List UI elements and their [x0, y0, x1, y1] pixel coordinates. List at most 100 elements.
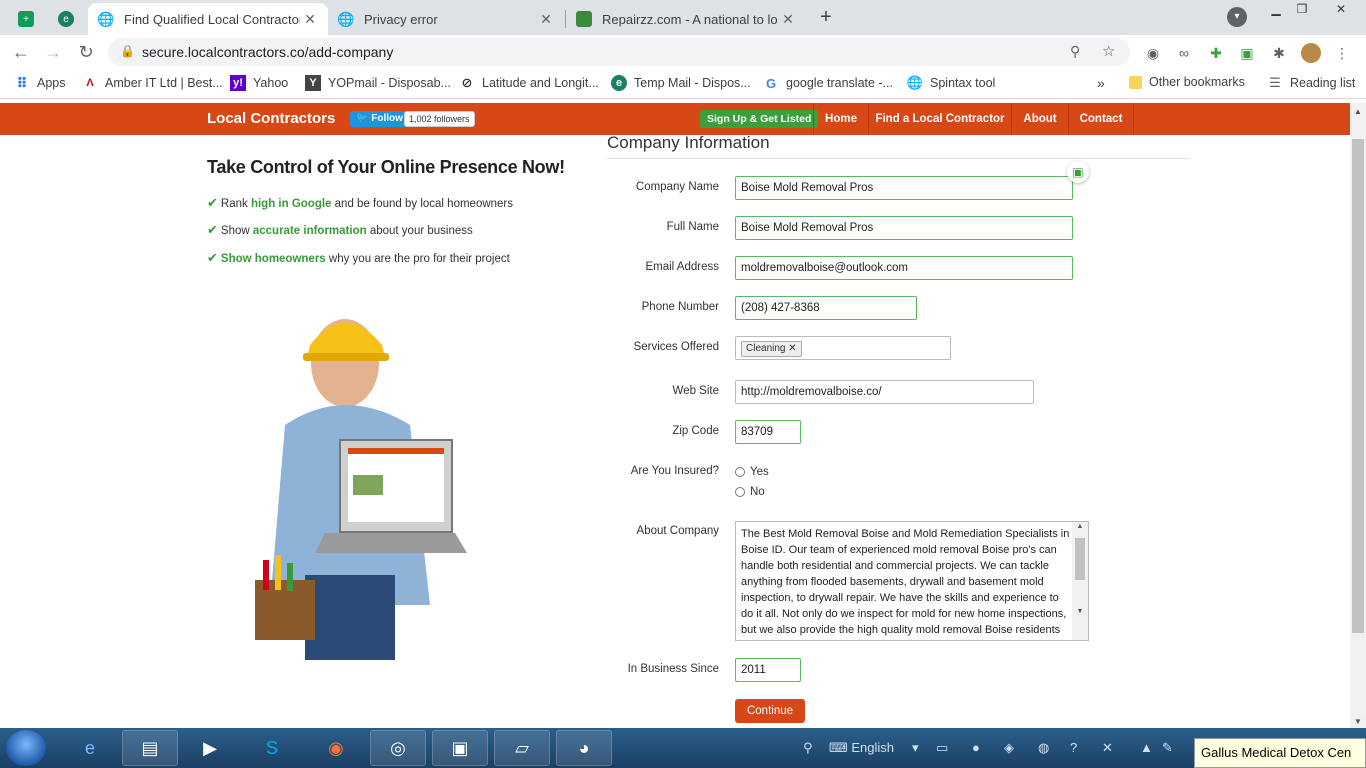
followers-count[interactable]: 1,002 followers: [404, 111, 475, 127]
nav-home[interactable]: Home: [813, 103, 868, 135]
help-icon[interactable]: ?: [1070, 740, 1077, 755]
green-square-icon: [576, 11, 592, 27]
scrollbar-thumb[interactable]: [1352, 139, 1364, 633]
phone-input[interactable]: (208) 427-8368: [735, 296, 917, 320]
textarea-scrollbar[interactable]: ▲ ▼: [1072, 522, 1088, 640]
back-button[interactable]: ←: [9, 40, 33, 64]
language-indicator[interactable]: ⌨ English: [829, 740, 894, 756]
tray-icon[interactable]: ●: [972, 740, 980, 755]
extension-icon[interactable]: ◉: [1143, 43, 1163, 63]
twitter-follow-button[interactable]: 🐦 Follow: [350, 111, 409, 127]
since-input[interactable]: 2011: [735, 658, 801, 682]
reading-list[interactable]: ☰ Reading list: [1267, 75, 1355, 91]
bookmarks-overflow-button[interactable]: »: [1097, 75, 1105, 91]
remove-tag-icon[interactable]: ✕: [788, 343, 796, 354]
address-bar[interactable]: 🔒 secure.localcontractors.co/add-company…: [108, 38, 1130, 66]
scrollbar-thumb[interactable]: [1075, 538, 1085, 580]
show-hidden-icons[interactable]: ▲: [1140, 740, 1153, 755]
insured-no-radio[interactable]: No: [735, 486, 765, 498]
bookmark-spintax[interactable]: 🌐 Spintax tool: [907, 75, 995, 91]
close-icon[interactable]: ✕: [778, 11, 798, 28]
roboform-fill-icon[interactable]: ▣: [1067, 161, 1089, 183]
reload-button[interactable]: ↻: [74, 40, 98, 64]
bookmark-google-translate[interactable]: G google translate -...: [763, 75, 893, 91]
scroll-down-arrow[interactable]: ▼: [1350, 717, 1366, 726]
minimize-button[interactable]: ▁: [1262, 0, 1290, 18]
extension-icon[interactable]: ✚: [1206, 43, 1226, 63]
service-tag: Cleaning ✕: [741, 341, 802, 357]
ie-icon[interactable]: e: [62, 730, 118, 766]
sticky-notes-icon[interactable]: ▱: [494, 730, 550, 766]
chrome-icon[interactable]: ◕: [556, 730, 612, 766]
bookmark-amber[interactable]: Λ Amber IT Ltd | Best...: [82, 75, 222, 91]
signup-button[interactable]: Sign Up & Get Listed: [700, 110, 819, 128]
start-button[interactable]: [6, 730, 46, 766]
scroll-up-arrow[interactable]: ▲: [1350, 107, 1366, 116]
zip-input[interactable]: 83709: [735, 420, 801, 444]
promo-highlight: Show homeowners: [220, 253, 326, 265]
full-name-input[interactable]: Boise Mold Removal Pros: [735, 216, 1073, 240]
puzzle-icon[interactable]: ✱: [1269, 43, 1289, 63]
keyboard-icon: ⌨: [829, 740, 848, 755]
tab-search-icon[interactable]: ▾: [1227, 7, 1247, 27]
tab-find-contractors[interactable]: 🌐 Find Qualified Local Contractors ✕: [88, 3, 328, 35]
media-player-icon[interactable]: ▶: [182, 730, 238, 766]
new-tab-button[interactable]: +: [814, 6, 838, 30]
continue-button[interactable]: Continue: [735, 699, 805, 723]
window-close-button[interactable]: ✕: [1324, 0, 1358, 18]
amber-icon: Λ: [86, 77, 94, 89]
insured-yes-radio[interactable]: Yes: [735, 466, 769, 478]
roboform-icon[interactable]: ▣: [432, 730, 488, 766]
search-icon[interactable]: ⚲: [803, 740, 813, 756]
tray-icon[interactable]: ◍: [1038, 740, 1049, 756]
scroll-up-arrow[interactable]: ▲: [1072, 523, 1088, 530]
email-input[interactable]: moldremovalboise@outlook.com: [735, 256, 1073, 280]
nav-contact[interactable]: Contact: [1068, 103, 1134, 135]
bookmark-apps[interactable]: ⠿ Apps: [14, 75, 66, 91]
other-bookmarks[interactable]: Other bookmarks: [1129, 75, 1245, 89]
site-brand[interactable]: Local Contractors: [207, 110, 335, 127]
zoom-icon[interactable]: ⚲: [1070, 43, 1080, 60]
tab-pinned-extension[interactable]: e: [48, 3, 84, 35]
tab-pinned-sheets[interactable]: +: [8, 3, 44, 35]
bookmark-star-icon[interactable]: ☆: [1102, 42, 1115, 60]
menu-icon[interactable]: ⋮: [1332, 43, 1352, 63]
about-label: About Company: [636, 525, 719, 537]
profile-avatar[interactable]: [1301, 43, 1321, 63]
bookmark-label: Other bookmarks: [1149, 75, 1245, 89]
page-scrollbar[interactable]: ▲ ▼: [1350, 103, 1366, 728]
bookmark-yopmail[interactable]: Y YOPmail - Disposab...: [305, 75, 451, 91]
company-name-input[interactable]: Boise Mold Removal Pros: [735, 176, 1073, 200]
notification-popup[interactable]: Gallus Medical Detox Cen: [1194, 738, 1366, 768]
radio-circle[interactable]: [735, 487, 745, 497]
close-icon[interactable]: ✕: [300, 11, 320, 28]
nav-find-contractor[interactable]: Find a Local Contractor: [868, 103, 1011, 135]
pen-icon[interactable]: ✎: [1162, 740, 1173, 756]
firefox-icon[interactable]: ◉: [308, 730, 364, 766]
about-textarea[interactable]: The Best Mold Removal Boise and Mold Rem…: [735, 521, 1089, 641]
bookmark-tempmail[interactable]: e Temp Mail - Dispos...: [611, 75, 751, 91]
tray-icon[interactable]: ◈: [1004, 740, 1014, 756]
tray-icon[interactable]: ▭: [936, 740, 948, 756]
windows-taskbar: e ▤ ▶ S ◉ ◎ ▣ ▱ ◕ ⚲ ⌨ English ▾ ▭ ● ◈ ◍ …: [0, 728, 1366, 768]
close-icon[interactable]: ✕: [1102, 740, 1113, 756]
skype-icon[interactable]: S: [244, 730, 300, 766]
roboform-icon[interactable]: ▣: [1237, 43, 1257, 63]
bookmark-latlong[interactable]: ⊘ Latitude and Longit...: [459, 75, 599, 91]
forward-button[interactable]: →: [41, 40, 65, 64]
bookmarks-bar: ⠿ Apps Λ Amber IT Ltd | Best... y! Yahoo…: [0, 69, 1366, 99]
bookmark-yahoo[interactable]: y! Yahoo: [230, 75, 288, 91]
globe-icon: 🌐: [337, 10, 355, 27]
app-icon[interactable]: ◎: [370, 730, 426, 766]
website-input[interactable]: http://moldremovalboise.co/: [735, 380, 1034, 404]
file-explorer-icon[interactable]: ▤: [122, 730, 178, 766]
nav-about[interactable]: About: [1011, 103, 1068, 135]
extension-icon[interactable]: ∞: [1174, 43, 1194, 63]
close-icon[interactable]: ✕: [536, 11, 556, 28]
tab-privacy-error[interactable]: 🌐 Privacy error ✕: [328, 3, 564, 35]
chevron-down-icon[interactable]: ▾: [912, 740, 919, 756]
maximize-button[interactable]: ❐: [1288, 0, 1316, 18]
radio-circle[interactable]: [735, 467, 745, 477]
tab-repairzz[interactable]: Repairzz.com - A national to loca ✕: [566, 3, 806, 35]
scroll-down-arrow[interactable]: ▼: [1072, 608, 1088, 615]
